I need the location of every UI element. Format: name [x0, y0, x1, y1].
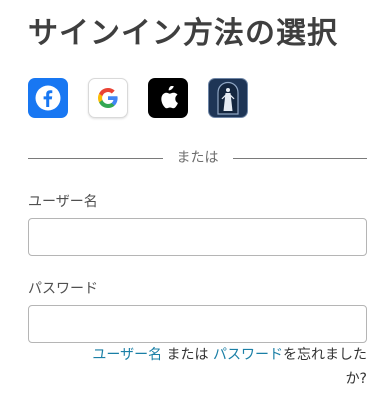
forgot-username-link[interactable]: ユーザー名	[92, 347, 162, 363]
divider-line-right	[232, 157, 367, 159]
username-input[interactable]	[28, 218, 367, 256]
forgot-or-text: または	[162, 347, 213, 363]
google-icon	[98, 88, 118, 108]
church-logo-icon	[217, 81, 239, 115]
username-label: ユーザー名	[28, 194, 98, 210]
divider-text: または	[176, 150, 219, 166]
password-input[interactable]	[28, 305, 367, 343]
forgot-password-link[interactable]: パスワード	[213, 347, 283, 363]
apple-icon	[161, 86, 178, 109]
forgot-suffix-text-end: た	[353, 347, 367, 363]
or-divider: または	[28, 147, 367, 169]
password-label: パスワード	[28, 281, 98, 297]
apple-sign-in-button[interactable]	[148, 78, 188, 118]
forgot-line-2: か?	[345, 371, 367, 387]
facebook-icon	[35, 85, 61, 111]
sign-in-providers	[28, 78, 248, 118]
divider-line-left	[28, 157, 163, 159]
forgot-credentials-text: ユーザー名 または パスワードを忘れました か?	[28, 343, 367, 391]
google-sign-in-button[interactable]	[88, 78, 128, 118]
forgot-suffix-text: を忘れまし	[283, 347, 353, 363]
forgot-line-1: ユーザー名 または パスワードを忘れました	[28, 343, 367, 367]
facebook-sign-in-button[interactable]	[28, 78, 68, 118]
page-title: サインイン方法の選択	[28, 16, 338, 51]
church-account-sign-in-button[interactable]	[208, 78, 248, 118]
